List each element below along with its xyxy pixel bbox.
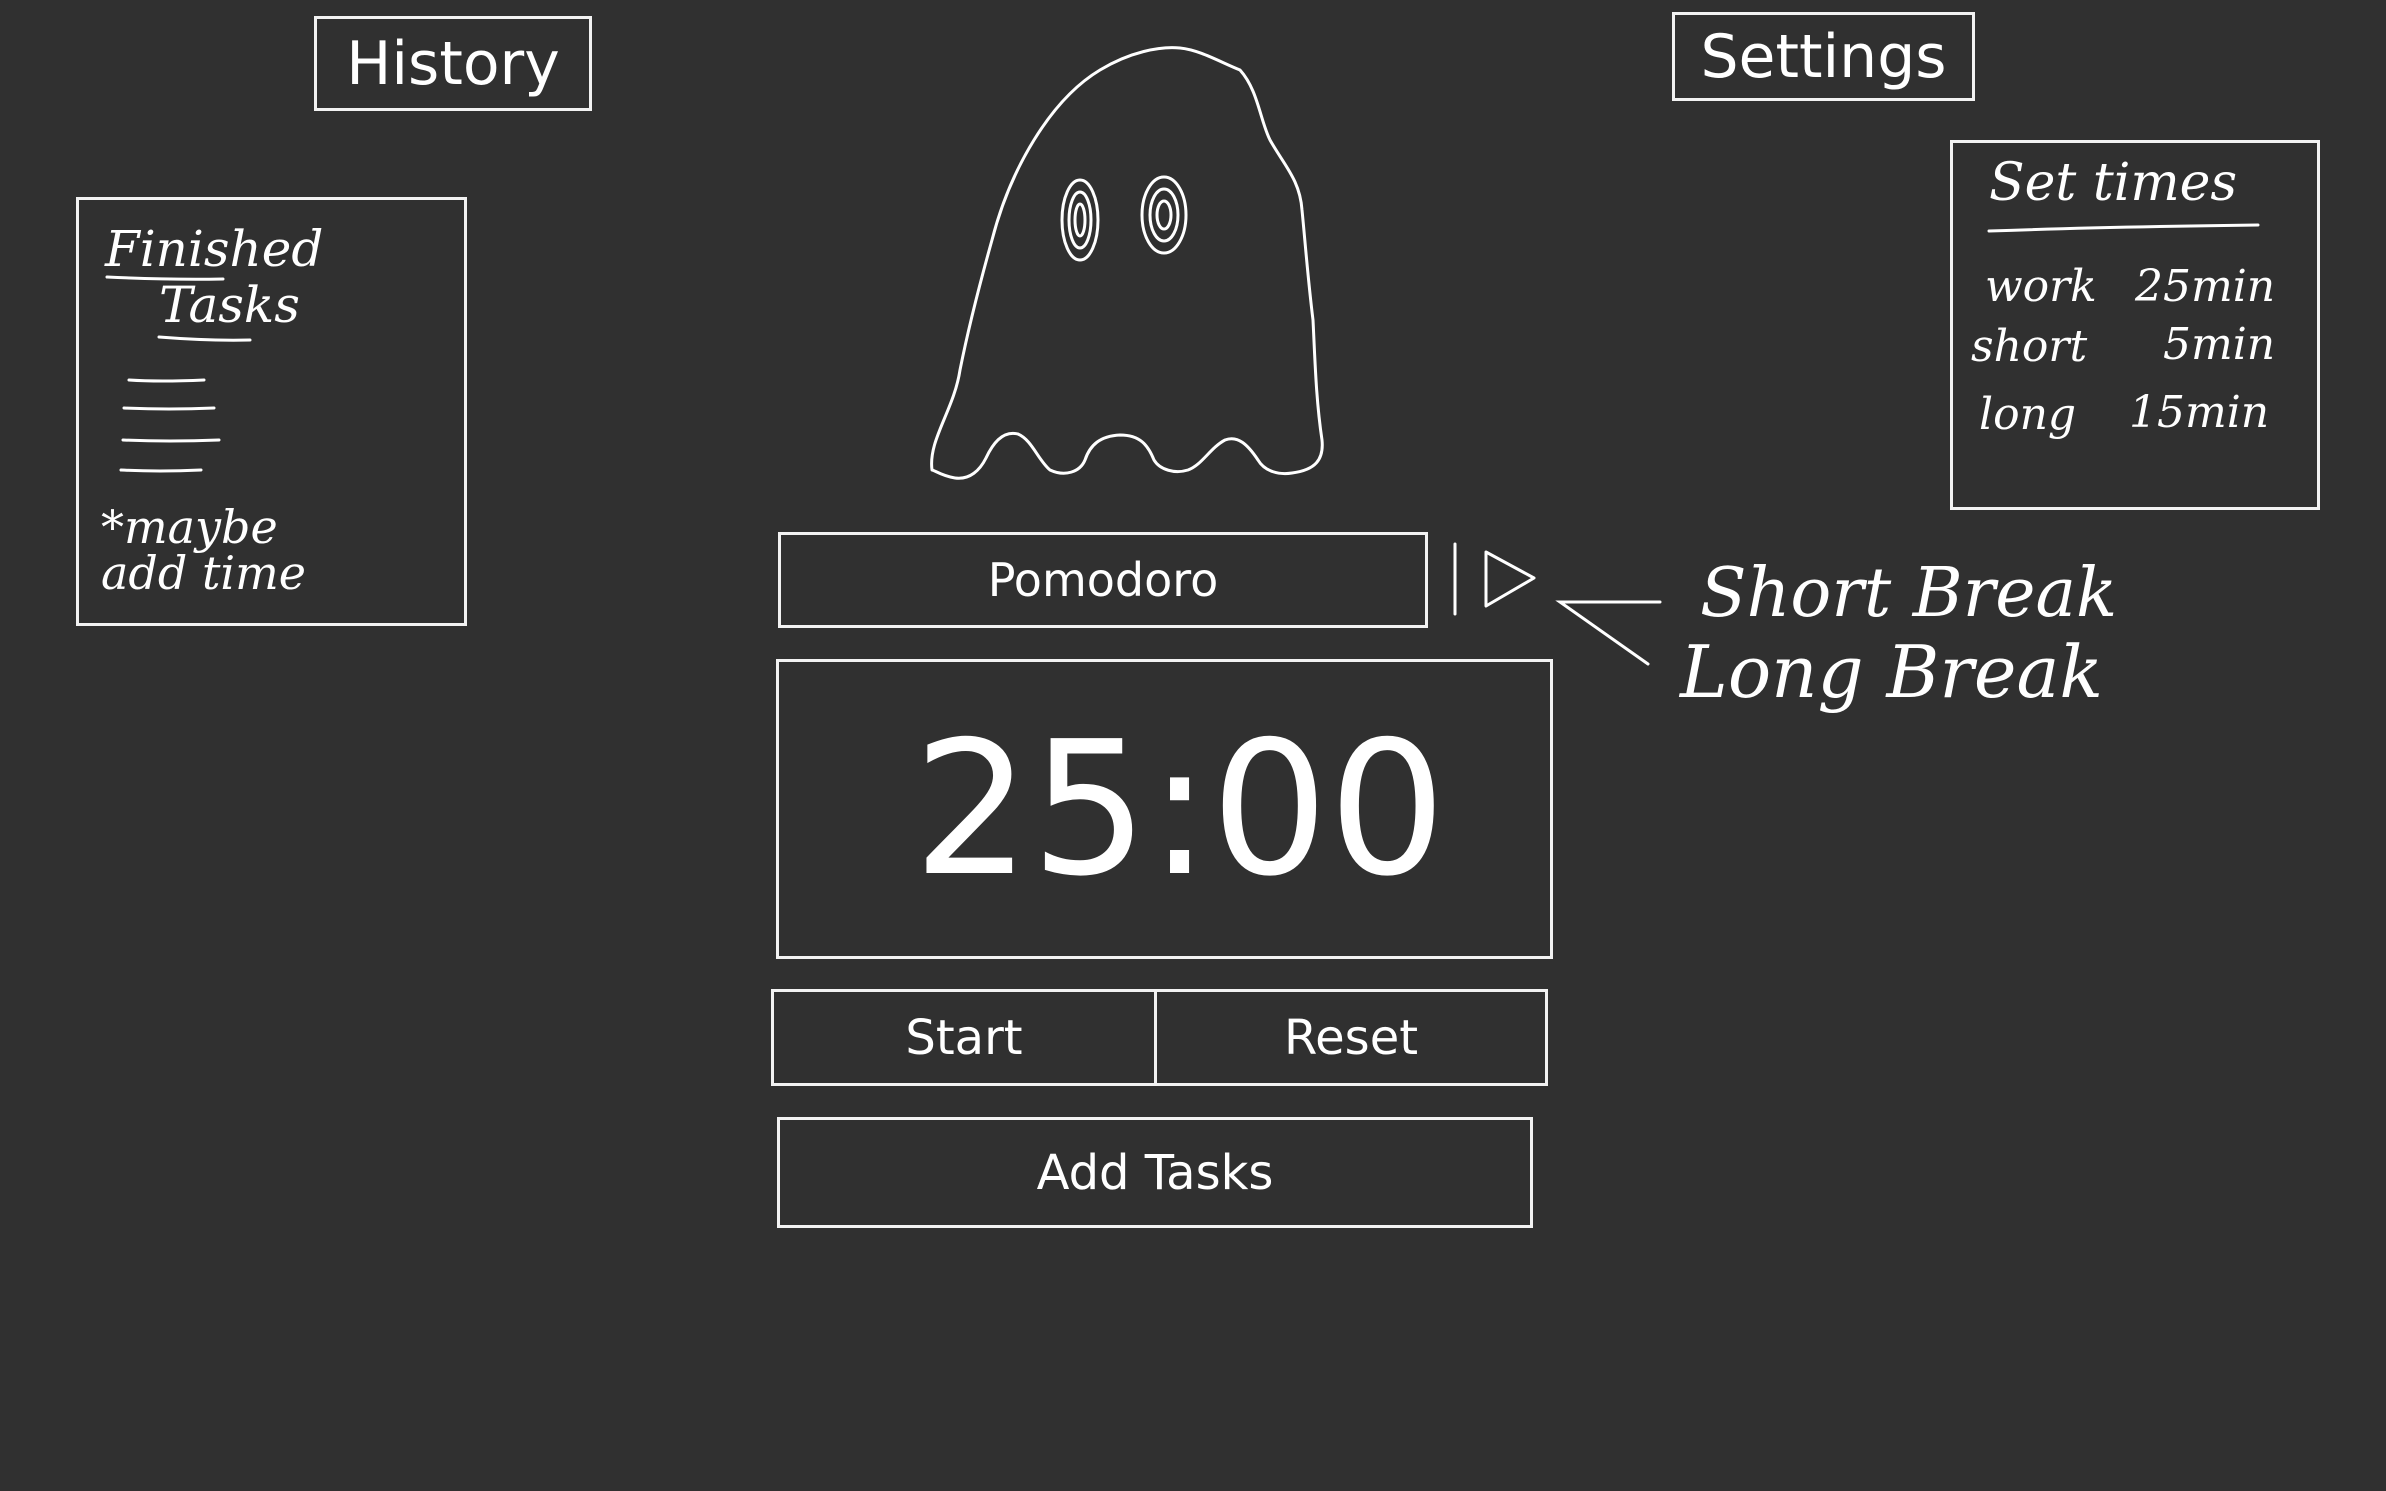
settings-button[interactable]: Settings: [1672, 12, 1975, 101]
add-tasks-button[interactable]: Add Tasks: [777, 1117, 1533, 1228]
ghost-illustration: [930, 46, 1324, 480]
long-time-label: long: [1979, 389, 2077, 440]
task-line-1: [127, 378, 206, 383]
finished-tasks-panel: Finished Tasks *maybe add time: [76, 197, 467, 626]
set-times-panel: Set times work 25min short 5min long 15m…: [1950, 140, 2320, 510]
short-time-value: 5min: [2163, 319, 2276, 370]
task-line-3: [121, 438, 221, 443]
task-line-4: [119, 468, 203, 473]
short-time-label: short: [1971, 321, 2088, 372]
finished-tasks-note-line2: add time: [101, 546, 306, 600]
work-time-label: work: [1985, 261, 2097, 312]
long-time-value: 15min: [2129, 387, 2270, 438]
timer-value: 25:00: [912, 701, 1447, 917]
history-button[interactable]: History: [314, 16, 592, 111]
mode-expand-icon[interactable]: [1452, 542, 1537, 616]
task-line-2: [122, 406, 216, 411]
work-time-value: 25min: [2135, 261, 2276, 312]
start-button[interactable]: Start: [774, 992, 1157, 1083]
reset-button[interactable]: Reset: [1157, 992, 1545, 1083]
mode-select[interactable]: Pomodoro: [778, 532, 1428, 628]
timer-display: 25:00: [776, 659, 1553, 959]
short-break-option[interactable]: Short Break: [1700, 554, 2117, 633]
timer-controls: Start Reset: [771, 989, 1548, 1086]
mode-options-pointer: [1555, 600, 1662, 666]
long-break-option[interactable]: Long Break: [1680, 630, 2103, 714]
